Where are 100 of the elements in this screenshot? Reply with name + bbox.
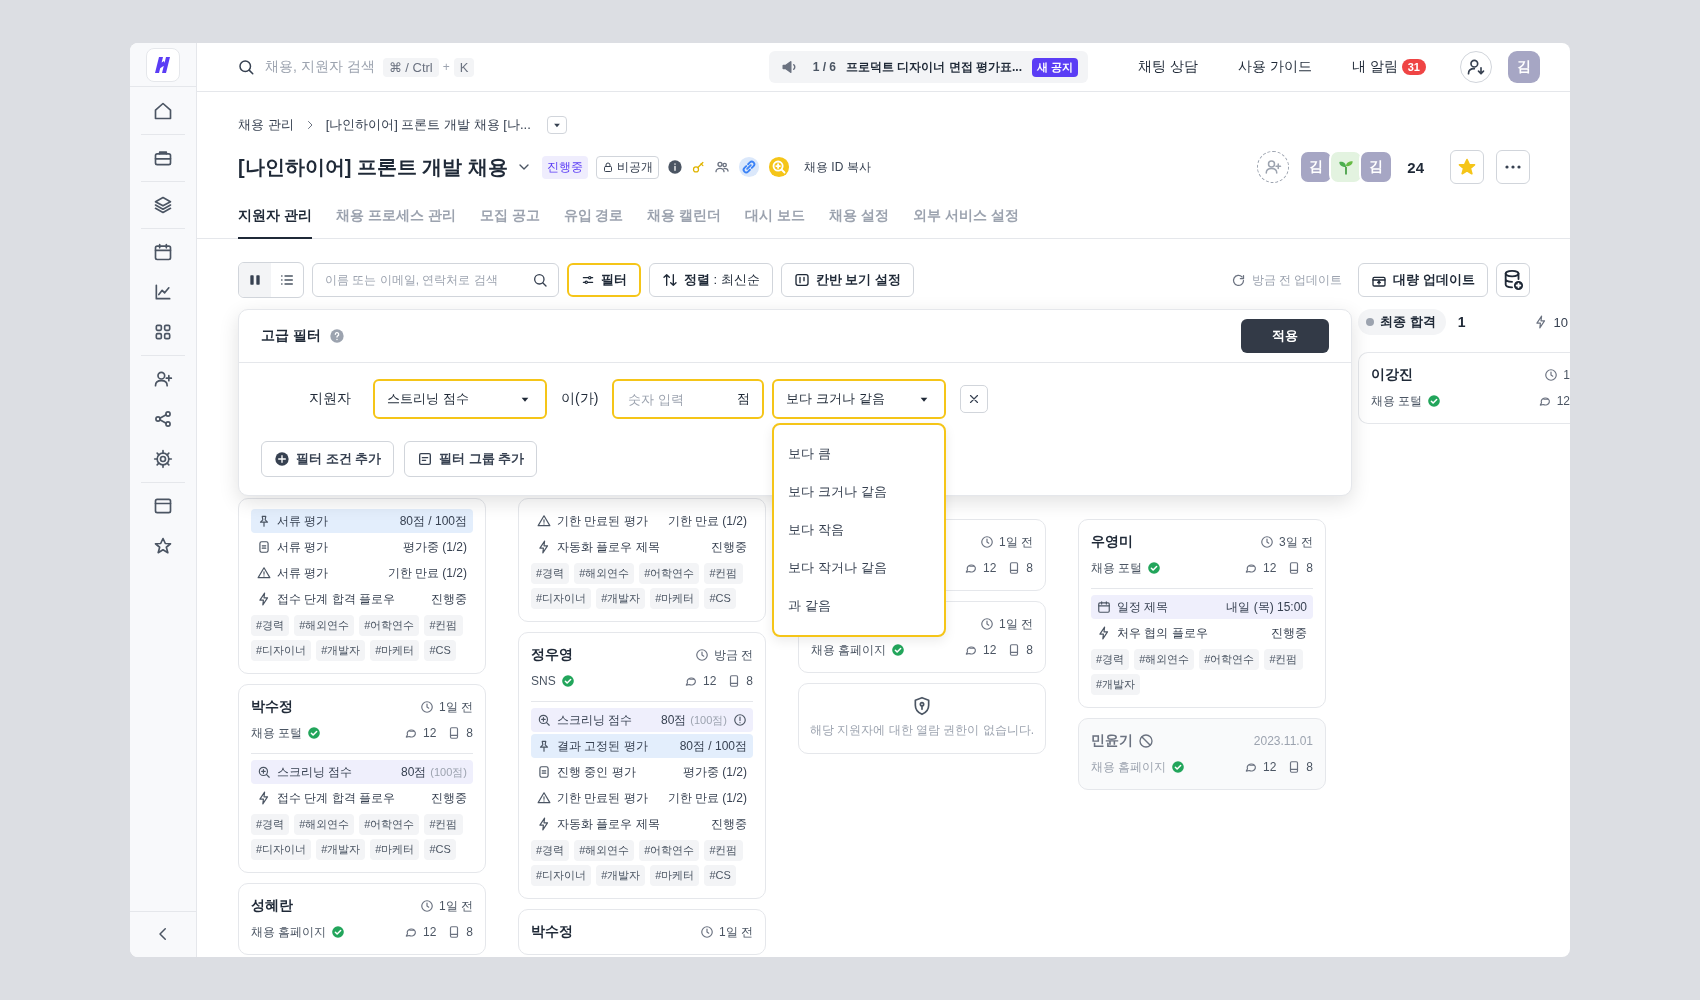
evaluation-row[interactable]: 서류 평가 기한 만료 (1/2) xyxy=(251,561,473,585)
clock-icon xyxy=(980,535,994,549)
comment-icon xyxy=(1537,394,1552,408)
evaluation-row[interactable]: 스크리닝 점수 80점 (100점) xyxy=(251,760,473,784)
applicant-card[interactable]: 박수정 1일 전 xyxy=(518,909,766,955)
tag: #마케터 xyxy=(370,839,420,860)
evaluation-row[interactable]: 기한 만료된 평가 기한 만료 (1/2) xyxy=(531,509,753,533)
tag: #컨펌 xyxy=(704,563,743,584)
evaluation-row[interactable]: 접수 단계 합격 플로우 진행중 xyxy=(251,786,473,810)
sliders-icon xyxy=(581,273,595,287)
tag: #컨펌 xyxy=(704,840,743,861)
evaluation-row[interactable]: 처우 협의 플로우 진행중 xyxy=(1091,621,1313,645)
star-icon xyxy=(153,536,173,556)
file-count: 8 xyxy=(1306,561,1313,575)
tab[interactable]: 지원자 관리 xyxy=(238,199,312,239)
clock-icon xyxy=(1260,535,1274,549)
time-ago: 방금 전 xyxy=(713,646,753,664)
source-label: 채용 홈페이지 xyxy=(811,641,887,659)
notification-count: 31 xyxy=(1401,59,1426,75)
row-value: 기한 만료 (1/2) xyxy=(667,512,747,530)
row-label: 기한 만료된 평가 xyxy=(557,512,648,530)
tag: #어학연수 xyxy=(359,814,420,835)
evaluation-row[interactable]: 기한 만료된 평가 기한 만료 (1/2) xyxy=(531,786,753,810)
board-settings-button[interactable]: 칸반 보기 설정 xyxy=(780,263,915,297)
database-button[interactable] xyxy=(1496,263,1530,297)
time-ago: 3일 전 xyxy=(1279,533,1313,551)
zoom-in-icon xyxy=(257,765,271,779)
top-link[interactable]: 채팅 상담 xyxy=(1138,58,1198,76)
warning-icon xyxy=(257,566,271,580)
evaluation-row[interactable]: 스크리닝 점수 80점 (100점) xyxy=(531,708,753,732)
board-icon xyxy=(793,272,810,288)
kanban-view-button[interactable] xyxy=(239,263,271,297)
tag: #컨펌 xyxy=(424,814,463,835)
copy-id-link[interactable]: 채용 ID 복사 xyxy=(804,158,871,176)
tag: #해외연수 xyxy=(574,840,635,861)
evaluation-row[interactable]: 자동화 플로우 제목 진행중 xyxy=(531,812,753,836)
user-arrow-icon xyxy=(1466,57,1486,77)
search-input[interactable]: 이름 또는 이메일, 연락처로 검색 xyxy=(323,263,526,297)
window-icon xyxy=(153,496,173,516)
menu-option[interactable]: 보다 작음 xyxy=(774,511,945,549)
row-label: 자동화 플로우 제목 xyxy=(557,538,660,556)
evaluation-row[interactable]: 접수 단계 합격 플로우 진행중 xyxy=(251,587,473,611)
breadcrumb-dropdown-button[interactable] xyxy=(546,116,567,134)
subject-label: 지원자 xyxy=(308,390,351,408)
database-plus-icon xyxy=(1502,269,1524,291)
operator-select[interactable]: 보다 크거나 같음 xyxy=(772,379,947,419)
menu-option[interactable]: 보다 작거나 같음 xyxy=(774,549,945,587)
tag: #마케터 xyxy=(650,865,700,886)
tag: #해외연수 xyxy=(1134,649,1195,670)
field-select[interactable]: 스트리닝 점수 xyxy=(373,379,547,419)
applicant-card[interactable]: 박수정 1일 전 채용 포털 12 8 스크리닝 점수 80점 (100점) 접수 단계 합격 플로우 진행중 #경력 #해외연수 #어학연수 #컨펌 #디자이너 #개발자 #마케터 #CS xyxy=(238,684,486,873)
row-value: 기한 만료 (1/2) xyxy=(387,564,467,582)
number-input[interactable]: 숫자 입력 xyxy=(626,380,738,418)
add-user-icon xyxy=(153,369,173,389)
share-icon xyxy=(153,409,173,429)
group-icon xyxy=(417,451,434,467)
lightning-icon xyxy=(537,817,551,831)
comment-icon xyxy=(963,643,978,657)
pin-icon xyxy=(257,514,271,528)
applicant-card[interactable]: 기한 만료된 평가 기한 만료 (1/2) 자동화 플로우 제목 진행중 #경력 #해외연수 #어학연수 #컨펌 #디자이너 #개발자 #마케터 #CS xyxy=(518,498,766,622)
menu-option[interactable]: 보다 크거나 같음 xyxy=(774,473,945,511)
evaluation-row[interactable]: 진행 중인 평가 평가중 (1/2) xyxy=(531,760,753,784)
app-logo[interactable] xyxy=(146,48,180,82)
apply-button[interactable]: 적용 xyxy=(1241,319,1329,353)
applicant-card[interactable]: 성혜란 1일 전 채용 홈페이지 12 8 xyxy=(238,883,486,955)
number-field[interactable]: 숫자 입력 점 xyxy=(612,379,765,419)
zoom-in-icon xyxy=(537,713,551,727)
row-label: 스크리닝 점수 xyxy=(557,711,633,729)
source-label: 채용 홈페이지 xyxy=(251,923,327,941)
menu-option[interactable]: 보다 큼 xyxy=(774,435,945,473)
evaluation-row[interactable]: 결과 고정된 평가 80점 / 100점 xyxy=(531,734,753,758)
add-condition-button[interactable]: 필터 조건 추가 xyxy=(261,441,395,477)
evaluation-row[interactable]: 일정 제목 내일 (목) 15:00 xyxy=(1091,595,1313,619)
home-icon xyxy=(153,101,173,121)
calendar-icon xyxy=(153,242,173,262)
breadcrumb-link[interactable]: 채용 관리 xyxy=(238,116,294,134)
file-count: 8 xyxy=(1306,760,1313,774)
evaluation-row[interactable]: 서류 평가 평가중 (1/2) xyxy=(251,535,473,559)
applicant-card[interactable]: 정우영 방금 전 SNS 12 8 스크리닝 점수 80점 (100점) 결과 고정된 평가 80점 / 100점 진행 중인 평가 평가중 (1/2) 기한 만료된 평가 기한 만료 (1/2) 자동화 플로우 제목 진행중 #경력 #해외연수 #어학연수 #컨펌 #디자이너 #개발자 #마케터 #CS xyxy=(518,632,766,899)
filter-button[interactable]: 필터 xyxy=(567,263,641,297)
notifications-link[interactable]: 내 알림 31 xyxy=(1351,58,1426,76)
add-group-button[interactable]: 필터 그룹 추가 xyxy=(404,441,538,477)
applicant-card[interactable]: 이강진 1 채용 포털 12 xyxy=(1358,352,1570,424)
top-link[interactable]: 사용 가이드 xyxy=(1237,58,1312,76)
sort-button[interactable]: 정렬 : 최신순 xyxy=(649,263,773,297)
breadcrumb-current: [나인하이어] 프론트 개발 채용 [나... xyxy=(325,116,531,134)
shortcut-key: ⌘ / Ctrl xyxy=(382,57,439,77)
tag: #개발자 xyxy=(1091,674,1141,695)
applicant-search-field[interactable]: 이름 또는 이메일, 연락처로 검색 xyxy=(312,263,559,297)
notice-banner[interactable]: 1 / 6 프로덕트 디자이너 면접 평가표... 새 공지 xyxy=(768,51,1089,83)
list-icon xyxy=(279,272,295,288)
plus-circle-icon xyxy=(274,451,290,467)
tag: #컨펌 xyxy=(1264,649,1303,670)
row-label: 진행 중인 평가 xyxy=(557,763,636,781)
applicant-card[interactable]: 우영미 3일 전 채용 포털 12 8 일정 제목 내일 (목) 15:00 처우 협의 플로우 진행중 #경력 #해외연수 #어학연수 #컨펌 #개발자 xyxy=(1078,519,1326,708)
applicant-card[interactable]: 서류 평가 80점 / 100점 서류 평가 평가중 (1/2) 서류 평가 기한 만료 (1/2) 접수 단계 합격 플로우 진행중 #경력 #해외연수 #어학연수 #컨펌 #디자이너 #개발자 #마케터 #CS xyxy=(238,498,486,674)
row-value: 80점 / 100점 xyxy=(399,512,467,530)
bulk-update-button[interactable]: 대량 업데이트 xyxy=(1358,263,1488,297)
global-search-field[interactable]: 채용, 지원자 검색 ⌘ / Ctrl + K xyxy=(237,57,475,77)
evaluation-row[interactable]: 자동화 플로우 제목 진행중 xyxy=(531,535,753,559)
